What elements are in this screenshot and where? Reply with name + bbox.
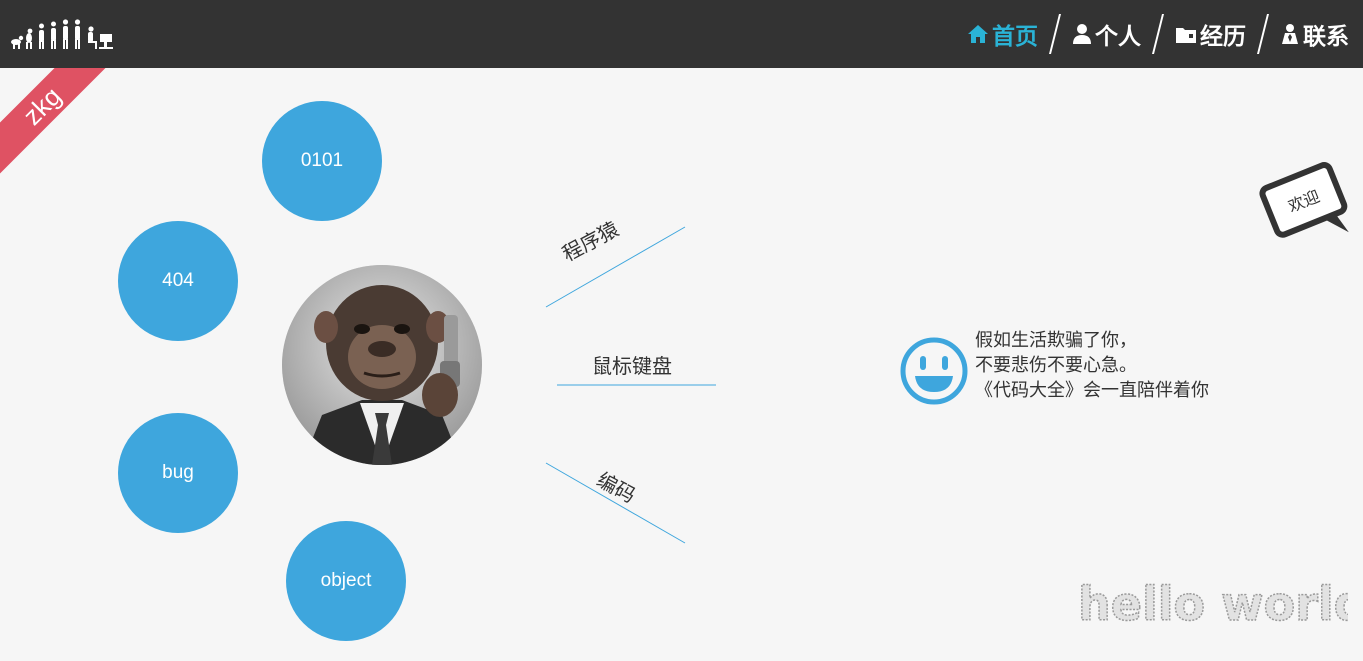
- branch-label-mouse-keyboard: 鼠标键盘: [592, 354, 672, 378]
- welcome-speech-bubble[interactable]: 欢迎: [1256, 156, 1356, 260]
- speech-bubble-icon: 欢迎: [1259, 162, 1349, 238]
- hello-world-watermark: hello world: [1077, 578, 1348, 630]
- quote-line: 《代码大全》会一直陪伴着你: [975, 380, 1209, 401]
- quote-line: 假如生活欺骗了你，: [975, 330, 1137, 351]
- watermark-text: hello world: [1078, 578, 1348, 630]
- quote-line: 不要悲伤不要心急。: [975, 355, 1137, 376]
- quote-text: 假如生活欺骗了你， 不要悲伤不要心急。 《代码大全》会一直陪伴着你: [975, 328, 1209, 403]
- smiley-icon: [900, 337, 968, 405]
